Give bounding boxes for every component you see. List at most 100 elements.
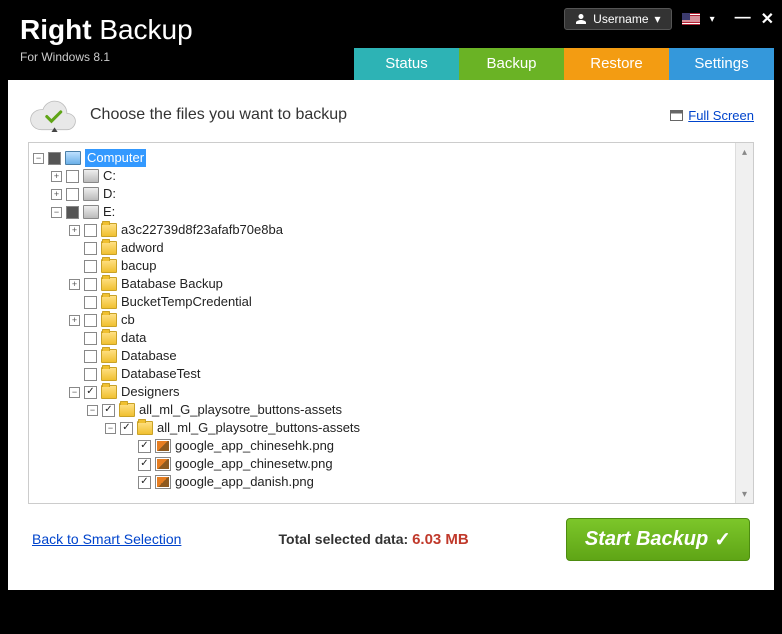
- tree-node-file[interactable]: ✓ google_app_chinesetw.png: [33, 455, 729, 473]
- expander-icon[interactable]: −: [33, 153, 44, 164]
- tree-node-folder[interactable]: + cb: [33, 311, 729, 329]
- tree-node-folder[interactable]: adword: [33, 239, 729, 257]
- app-title-bold: Right: [20, 14, 92, 45]
- node-label: BucketTempCredential: [121, 293, 252, 311]
- tree-node-folder[interactable]: Database: [33, 347, 729, 365]
- tree-node-computer[interactable]: − Computer: [33, 149, 729, 167]
- node-label: google_app_chinesetw.png: [175, 455, 333, 473]
- node-label: C:: [103, 167, 116, 185]
- tree-node-folder[interactable]: + Batabase Backup: [33, 275, 729, 293]
- app-title-area: Right Backup For Windows 8.1: [20, 14, 193, 64]
- checkbox[interactable]: [84, 224, 97, 237]
- chevron-down-icon: ▾: [655, 12, 661, 26]
- chevron-down-icon[interactable]: ▾: [710, 14, 715, 25]
- checkbox[interactable]: [48, 152, 61, 165]
- expander-icon[interactable]: −: [51, 207, 62, 218]
- folder-icon: [101, 385, 117, 399]
- checkbox[interactable]: ✓: [138, 458, 151, 471]
- drive-icon: [83, 169, 99, 183]
- expander-icon[interactable]: −: [87, 405, 98, 416]
- tree-inner: − Computer + C: + D:: [33, 149, 749, 497]
- tab-backup[interactable]: Backup: [459, 48, 564, 80]
- tab-settings[interactable]: Settings: [669, 48, 774, 80]
- tree-node-folder[interactable]: −✓all_ml_G_playsotre_buttons-assets: [33, 419, 729, 437]
- tree-node-folder[interactable]: bacup: [33, 257, 729, 275]
- close-button[interactable]: ✕: [761, 9, 774, 29]
- start-backup-button[interactable]: Start Backup ✓: [566, 518, 750, 561]
- tree-node-folder[interactable]: +a3c22739d8f23afafb70e8ba: [33, 221, 729, 239]
- scroll-down-icon[interactable]: ▾: [736, 485, 753, 503]
- scroll-up-icon[interactable]: ▴: [736, 143, 753, 161]
- checkbox[interactable]: ✓: [84, 386, 97, 399]
- node-label: DatabaseTest: [121, 365, 201, 383]
- user-dropdown[interactable]: Username ▾: [564, 8, 671, 30]
- checkbox[interactable]: ✓: [138, 476, 151, 489]
- tree-node-folder[interactable]: −✓all_ml_G_playsotre_buttons-assets: [33, 401, 729, 419]
- drive-icon: [83, 205, 99, 219]
- checkbox[interactable]: [84, 332, 97, 345]
- tree-node-file[interactable]: ✓ google_app_danish.png: [33, 473, 729, 491]
- tree-node-folder[interactable]: DatabaseTest: [33, 365, 729, 383]
- node-label: cb: [121, 311, 135, 329]
- expander-icon[interactable]: −: [69, 387, 80, 398]
- scrollbar[interactable]: ▴ ▾: [735, 143, 753, 503]
- checkbox[interactable]: ✓: [102, 404, 115, 417]
- tree-node-drive-d[interactable]: + D:: [33, 185, 729, 203]
- image-file-icon: [155, 475, 171, 489]
- checkbox[interactable]: [84, 278, 97, 291]
- checkbox[interactable]: ✓: [120, 422, 133, 435]
- checkbox[interactable]: [84, 260, 97, 273]
- expander-icon[interactable]: +: [51, 171, 62, 182]
- checkbox[interactable]: [66, 170, 79, 183]
- checkbox[interactable]: ✓: [138, 440, 151, 453]
- tree-node-folder[interactable]: BucketTempCredential: [33, 293, 729, 311]
- tree-node-folder[interactable]: −✓Designers: [33, 383, 729, 401]
- checkbox[interactable]: [84, 368, 97, 381]
- tab-restore[interactable]: Restore: [564, 48, 669, 80]
- checkbox[interactable]: [84, 350, 97, 363]
- app-title: Right Backup: [20, 14, 193, 46]
- back-to-smart-selection-link[interactable]: Back to Smart Selection: [32, 531, 181, 547]
- app-title-light: Backup: [99, 14, 192, 45]
- checkbox[interactable]: [66, 206, 79, 219]
- user-label: Username: [593, 12, 648, 26]
- folder-icon: [101, 223, 117, 237]
- checkbox[interactable]: [84, 314, 97, 327]
- folder-icon: [101, 331, 117, 345]
- node-label: google_app_danish.png: [175, 473, 314, 491]
- user-icon: [575, 13, 587, 25]
- computer-icon: [65, 151, 81, 165]
- tree-node-file[interactable]: ✓ google_app_chinesehk.png: [33, 437, 729, 455]
- tab-status[interactable]: Status: [354, 48, 459, 80]
- expander-icon[interactable]: +: [69, 315, 80, 326]
- bottom-strip: [0, 590, 782, 626]
- header-controls: Username ▾ ▾ — ✕: [564, 8, 774, 30]
- app-window: Right Backup For Windows 8.1 Username ▾ …: [0, 0, 782, 634]
- node-label: google_app_chinesehk.png: [175, 437, 334, 455]
- node-label: E:: [103, 203, 115, 221]
- expander-icon[interactable]: +: [51, 189, 62, 200]
- language-flag[interactable]: [682, 13, 700, 25]
- app-subtitle: For Windows 8.1: [20, 50, 193, 64]
- tree-node-folder[interactable]: data: [33, 329, 729, 347]
- node-label: Batabase Backup: [121, 275, 223, 293]
- checkbox[interactable]: [66, 188, 79, 201]
- folder-icon: [137, 421, 153, 435]
- node-label: adword: [121, 239, 164, 257]
- fullscreen-link[interactable]: Full Screen: [670, 108, 754, 123]
- node-label: Computer: [85, 149, 146, 167]
- content: Choose the files you want to backup Full…: [8, 80, 774, 590]
- checkbox[interactable]: [84, 296, 97, 309]
- footer: Back to Smart Selection Total selected d…: [28, 504, 754, 574]
- checkbox[interactable]: [84, 242, 97, 255]
- tree-node-drive-c[interactable]: + C:: [33, 167, 729, 185]
- node-label: bacup: [121, 257, 156, 275]
- expander-icon[interactable]: +: [69, 279, 80, 290]
- cloud-check-icon: [28, 98, 78, 132]
- tree-node-drive-e[interactable]: − E:: [33, 203, 729, 221]
- minimize-button[interactable]: —: [735, 9, 751, 29]
- check-icon: ✓: [714, 527, 731, 552]
- node-label: data: [121, 329, 146, 347]
- expander-icon[interactable]: −: [105, 423, 116, 434]
- expander-icon[interactable]: +: [69, 225, 80, 236]
